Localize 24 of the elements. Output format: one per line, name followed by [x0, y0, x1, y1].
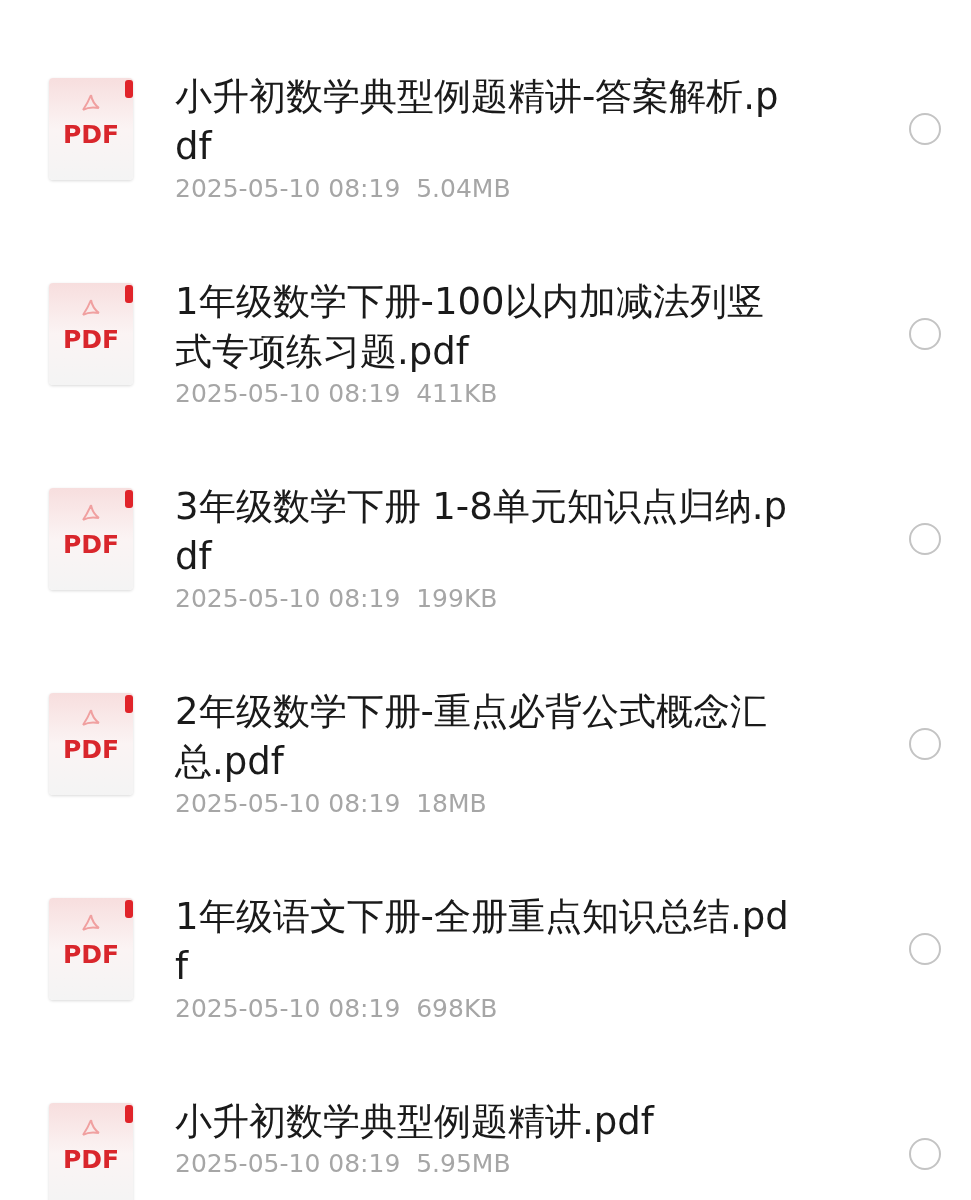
file-info: 2025-05-10 08:19 18MB: [175, 788, 488, 820]
file-info: 2025-05-10 08:19 5.04MB: [175, 173, 512, 205]
file-name[interactable]: 小升初数学典型例题精讲.pdf: [175, 1097, 790, 1147]
file-name[interactable]: 1年级语文下册-全册重点知识总结.pdf: [175, 892, 790, 992]
radio-button[interactable]: [909, 933, 941, 965]
pdf-file-icon: PDF: [49, 693, 133, 795]
file-name[interactable]: 3年级数学下册 1-8单元知识点归纳.pdf: [175, 482, 790, 582]
radio-button[interactable]: [909, 113, 941, 145]
file-name[interactable]: 1年级数学下册-100以内加减法列竖式专项练习题.pdf: [175, 277, 790, 377]
radio-button[interactable]: [909, 523, 941, 555]
pdf-file-icon: PDF: [49, 78, 133, 180]
pdf-file-icon: PDF: [49, 1103, 133, 1200]
radio-button[interactable]: [909, 1138, 941, 1170]
file-info: 2025-05-10 08:19 411KB: [175, 378, 499, 410]
file-info: 2025-05-10 08:19 698KB: [175, 993, 499, 1025]
pdf-file-icon: PDF: [49, 283, 133, 385]
pdf-file-icon: PDF: [49, 488, 133, 590]
radio-button[interactable]: [909, 318, 941, 350]
pdf-file-icon: PDF: [49, 898, 133, 1000]
file-info: 2025-05-10 08:19 5.95MB: [175, 1148, 512, 1180]
file-name[interactable]: 2年级数学下册-重点必背公式概念汇总.pdf: [175, 687, 790, 787]
radio-button[interactable]: [909, 728, 941, 760]
file-info: 2025-05-10 08:19 199KB: [175, 583, 499, 615]
file-name[interactable]: 小升初数学典型例题精讲-答案解析.pdf: [175, 72, 790, 172]
